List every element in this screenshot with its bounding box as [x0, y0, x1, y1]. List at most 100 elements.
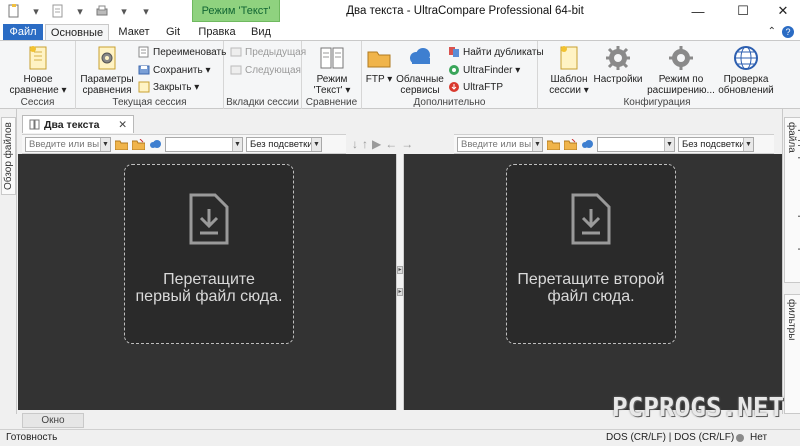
customize-qat-icon[interactable]: ▾ [136, 2, 156, 20]
compare-params-button[interactable]: Параметры сравнения [80, 44, 134, 96]
print-icon[interactable] [92, 2, 112, 20]
rename-button[interactable]: Переименовать [138, 46, 226, 58]
cloud-services-label: Облачные сервисы [396, 74, 444, 96]
ultraftp-icon [449, 82, 459, 92]
left-drop-text: Перетащите первый файл сюда. [135, 271, 283, 305]
document-tab[interactable]: Два текста ✕ [22, 115, 134, 133]
chevron-down-icon[interactable]: ▼ [100, 137, 110, 151]
markers-filters-tab[interactable]: Обозначения и фильтры [784, 294, 800, 414]
right-path-input[interactable]: Введите или вы ▼ [457, 136, 543, 152]
tab-edit[interactable]: Правка [192, 24, 242, 41]
previous-tab-icon [230, 47, 242, 57]
compare-params-label: Параметры сравнения [80, 74, 134, 96]
tab-git[interactable]: Git [158, 24, 188, 41]
previous-tab-button[interactable]: Предыдущая [230, 46, 306, 58]
open-folder-icon[interactable] [546, 137, 560, 151]
close-tab-icon[interactable]: ✕ [118, 119, 127, 131]
play-icon[interactable]: ▶ [372, 137, 381, 151]
file-browser-tab[interactable]: Обзор файлов [1, 117, 16, 195]
template-icon [560, 46, 578, 70]
group-compare: Режим 'Текст' ▾ Сравнение [302, 41, 362, 109]
tab-home[interactable]: Основные [45, 24, 109, 41]
right-pane-toolbar: Введите или вы ▼ ▼ Без подсветки ▼ [454, 134, 774, 154]
find-duplicates-button[interactable]: Найти дубликаты [448, 46, 544, 58]
open-document-icon[interactable] [48, 2, 68, 20]
left-encoding-select[interactable]: ▼ [165, 136, 243, 152]
status-state: Нет [750, 432, 768, 443]
maximize-button[interactable]: ☐ [728, 0, 758, 22]
left-drop-zone[interactable]: Перетащите первый файл сюда. [124, 164, 294, 344]
cloud-services-button[interactable]: Облачные сервисы [394, 44, 446, 96]
group-label-session-tabs: Вкладки сессии [226, 97, 299, 108]
output-window-tab[interactable]: Окно вывода [22, 413, 84, 439]
extension-mode-gear-icon [669, 46, 693, 70]
default-mode-button[interactable]: Режим по расширению... [644, 44, 718, 96]
file-preview-tab[interactable]: Предварительный просмотр файла [784, 117, 800, 283]
right-drop-zone[interactable]: Перетащите второй файл сюда. [506, 164, 676, 344]
session-template-button[interactable]: Шаблон сессии ▾ [544, 44, 594, 96]
text-compare-icon [320, 47, 344, 69]
open-folder-icon[interactable] [114, 137, 128, 151]
dropdown-icon[interactable]: ▾ [114, 2, 134, 20]
right-encoding-select[interactable]: ▼ [597, 136, 675, 152]
ribbon: Новое сравнение ▾ Сессия Параметры сравн… [0, 40, 800, 109]
status-indicator-icon [736, 434, 744, 442]
chevron-down-icon[interactable]: ▼ [532, 137, 542, 151]
right-compare-pane[interactable]: Перетащите второй файл сюда. [404, 154, 782, 410]
group-session: Новое сравнение ▾ Сессия [0, 41, 76, 109]
close-button[interactable]: ✕ [768, 0, 798, 22]
group-label-extra: Дополнительно [413, 97, 486, 108]
settings-button[interactable]: Настройки [590, 44, 646, 85]
splitter-knob-top[interactable]: ▸ [397, 266, 403, 274]
title-bar: ▾ ▾ ▾ ▾ Режим 'Текст' Два текста - Ultra… [0, 0, 800, 22]
chevron-down-icon[interactable]: ▼ [311, 137, 321, 151]
quick-access-toolbar: ▾ ▾ ▾ ▾ [0, 0, 156, 22]
pane-splitter[interactable]: ▸ ▸ [396, 154, 404, 410]
rename-icon [138, 46, 149, 58]
ribbon-tabs: Файл Основные Макет Git Правка Вид ⌃ ? [0, 22, 800, 41]
ultraftp-button[interactable]: UltraFTP [448, 81, 503, 93]
watermark: PCPROGS.NET [612, 393, 785, 423]
arrow-right-icon[interactable]: → [401, 137, 413, 151]
text-mode-label: Режим 'Текст' ▾ [313, 74, 351, 96]
download-file-icon [189, 193, 229, 245]
recent-folder-icon[interactable] [563, 137, 577, 151]
arrow-up-icon[interactable]: ↑ [362, 137, 368, 151]
left-pane-toolbar: Введите или вы ▼ ▼ Без подсветки ▼ [22, 134, 346, 154]
ftp-button[interactable]: FTP ▾ [364, 44, 394, 85]
collapse-ribbon-icon[interactable]: ⌃ [768, 26, 776, 38]
dropdown-icon[interactable]: ▾ [70, 2, 90, 20]
left-path-input[interactable]: Введите или вы ▼ [25, 136, 111, 152]
minimize-button[interactable]: — [683, 0, 713, 22]
chevron-down-icon[interactable]: ▼ [664, 137, 674, 151]
close-session-button[interactable]: Закрыть ▾ [138, 81, 199, 93]
chevron-down-icon[interactable]: ▼ [232, 137, 242, 151]
left-compare-pane[interactable]: Перетащите первый файл сюда. [18, 154, 396, 410]
help-icon[interactable]: ? [782, 26, 794, 38]
cloud-open-icon[interactable] [148, 137, 162, 151]
new-compare-icon [29, 46, 47, 70]
ultrafinder-button[interactable]: UltraFinder ▾ [448, 64, 520, 76]
new-document-icon[interactable] [4, 2, 24, 20]
check-updates-button[interactable]: Проверка обновлений [716, 44, 776, 96]
chevron-down-icon[interactable]: ▼ [743, 137, 753, 151]
tab-layout[interactable]: Макет [112, 24, 156, 41]
left-side-panel: Обзор файлов [0, 109, 17, 414]
arrow-down-icon[interactable]: ↓ [352, 137, 358, 151]
dropdown-icon[interactable]: ▾ [26, 2, 46, 20]
arrow-left-icon[interactable]: ← [385, 137, 397, 151]
splitter-knob-bottom[interactable]: ▸ [397, 288, 403, 296]
recent-folder-icon[interactable] [131, 137, 145, 151]
right-highlight-select[interactable]: Без подсветки ▼ [678, 136, 754, 152]
group-label-session: Сессия [20, 97, 55, 108]
mode-indicator-tab[interactable]: Режим 'Текст' [192, 0, 280, 22]
tab-view[interactable]: Вид [244, 24, 278, 41]
left-highlight-select[interactable]: Без подсветки ▼ [246, 136, 322, 152]
next-tab-button[interactable]: Следующая [230, 64, 301, 76]
cloud-open-icon[interactable] [580, 137, 594, 151]
tab-file[interactable]: Файл [3, 24, 43, 41]
new-compare-button[interactable]: Новое сравнение ▾ [6, 44, 70, 96]
text-mode-button[interactable]: Режим 'Текст' ▾ [306, 44, 358, 96]
ultrafinder-icon [449, 65, 459, 75]
save-button[interactable]: Сохранить ▾ [138, 64, 211, 76]
